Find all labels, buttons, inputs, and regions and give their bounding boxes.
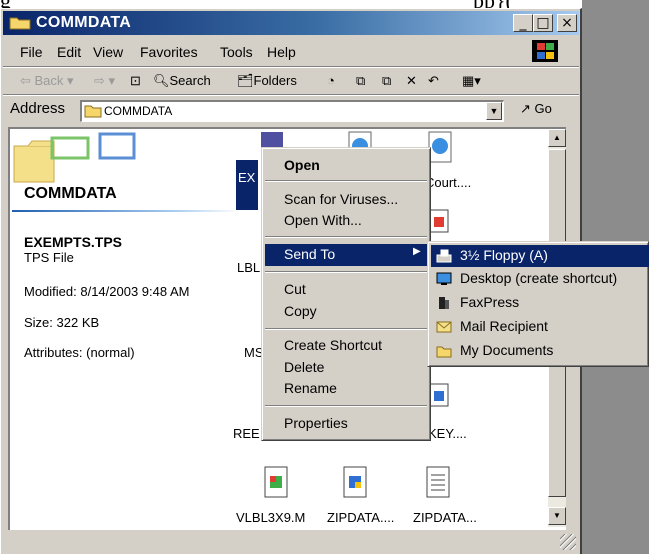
send-to-faxpress[interactable]: FaxPress (460, 294, 519, 310)
my-documents-icon (436, 346, 452, 358)
context-separator (265, 405, 427, 407)
selected-file-type: TPS File (24, 250, 74, 265)
context-separator (265, 236, 427, 238)
file-label-court[interactable]: Court.... (425, 175, 471, 190)
context-separator (265, 180, 427, 182)
back-label: Back (34, 73, 64, 88)
folder-icon (84, 105, 102, 118)
undo-icon[interactable]: ↶ (428, 73, 439, 89)
go-label: Go (534, 101, 552, 116)
folders-label: Folders (253, 73, 297, 88)
address-dropdown-button[interactable]: ▼ (486, 102, 502, 120)
copy-to-icon[interactable]: ⧉ (382, 73, 391, 89)
selected-file-name: EXEMPTS.TPS (24, 234, 123, 250)
file-label-ree[interactable]: REE (233, 426, 260, 441)
send-to-floppy-label: 3½ Floppy (A) (460, 247, 548, 263)
go-button[interactable]: ↗ Go (520, 101, 552, 117)
views-icon[interactable]: ▦▾ (462, 73, 481, 89)
address-value: COMMDATA (104, 104, 173, 118)
context-cut[interactable]: Cut (284, 281, 306, 297)
send-to-my-documents[interactable]: My Documents (460, 342, 553, 358)
move-to-icon[interactable]: ⧉ (356, 73, 365, 89)
menu-file[interactable]: File (20, 44, 43, 60)
folder-banner-icon (13, 132, 136, 183)
menu-view[interactable]: View (93, 44, 123, 60)
folders-button[interactable]: 🗂︎Folders (237, 73, 297, 89)
minimize-button[interactable]: _ (513, 14, 533, 32)
submenu-arrow-icon: ▶ (413, 246, 421, 257)
file-attributes: Attributes: (normal) (24, 345, 135, 360)
menu-help[interactable]: Help (267, 44, 296, 60)
context-open-with[interactable]: Open With... (284, 212, 362, 228)
resize-grip[interactable] (560, 534, 576, 550)
context-rename[interactable]: Rename (284, 380, 337, 396)
scroll-up-button[interactable]: ▲ (548, 129, 566, 147)
folder-icon (9, 17, 31, 30)
mail-icon (436, 321, 452, 333)
window-title: COMMDATA (36, 14, 132, 31)
file-icon[interactable] (261, 465, 291, 499)
back-button[interactable]: ⇦ Back ▾ (20, 73, 74, 89)
send-to-desktop[interactable]: Desktop (create shortcut) (460, 270, 617, 286)
up-folder-icon[interactable]: ⊡ (130, 73, 141, 89)
menubar-divider (3, 66, 579, 68)
file-label-zipdata-1[interactable]: ZIPDATA.... (327, 510, 394, 525)
floppy-drive-icon (436, 249, 452, 263)
context-delete[interactable]: Delete (284, 359, 324, 375)
menu-tools[interactable]: Tools (220, 44, 253, 60)
send-to-mail-recipient[interactable]: Mail Recipient (460, 318, 548, 334)
title-underline (12, 210, 240, 212)
context-send-to-label: Send To (284, 246, 336, 262)
context-copy[interactable]: Copy (284, 303, 317, 319)
file-label-key[interactable]: KEY.... (428, 426, 467, 441)
folder-title: COMMDATA (24, 185, 117, 202)
context-scan-for-viruses[interactable]: Scan for Viruses... (284, 191, 398, 207)
windows-logo-icon (532, 40, 558, 62)
search-label: Search (169, 73, 211, 88)
file-label-lbl[interactable]: LBL (237, 260, 260, 275)
modified-date: Modified: 8/14/2003 9:48 AM (24, 284, 190, 299)
context-open[interactable]: Open (284, 157, 320, 173)
maximize-button[interactable]: □ (533, 14, 553, 32)
cropped-heading: g pp}( (0, 0, 649, 8)
context-separator (265, 271, 427, 273)
forward-button[interactable]: ⇨ ▾ (94, 73, 115, 89)
search-button[interactable]: 🔍︎Search (153, 73, 211, 89)
file-size: Size: 322 KB (24, 315, 100, 330)
file-label-zipdata-2[interactable]: ZIPDATA... (413, 510, 477, 525)
context-create-shortcut[interactable]: Create Shortcut (284, 337, 382, 353)
menu-edit[interactable]: Edit (57, 44, 81, 60)
fax-icon (439, 297, 449, 309)
status-bar (3, 530, 579, 554)
address-label: Address (10, 100, 66, 117)
context-properties[interactable]: Properties (284, 415, 348, 431)
context-separator (265, 328, 427, 330)
scroll-down-button[interactable]: ▼ (548, 507, 566, 525)
selected-file-text: EX (238, 170, 256, 185)
file-label-vlbl3x9[interactable]: VLBL3X9.M (236, 510, 305, 525)
file-icon[interactable] (428, 208, 450, 234)
toolbar-divider (3, 94, 579, 96)
menu-favorites[interactable]: Favorites (140, 44, 198, 60)
close-button[interactable]: × (557, 14, 577, 32)
desktop-shortcut-icon (436, 272, 452, 285)
history-icon[interactable]: ◔ (327, 73, 335, 88)
file-icon[interactable] (428, 382, 450, 408)
delete-icon[interactable]: ✕ (406, 73, 417, 89)
file-icon[interactable] (340, 465, 370, 499)
selected-file-label[interactable]: EX (236, 160, 258, 210)
document-icon[interactable] (423, 465, 453, 499)
